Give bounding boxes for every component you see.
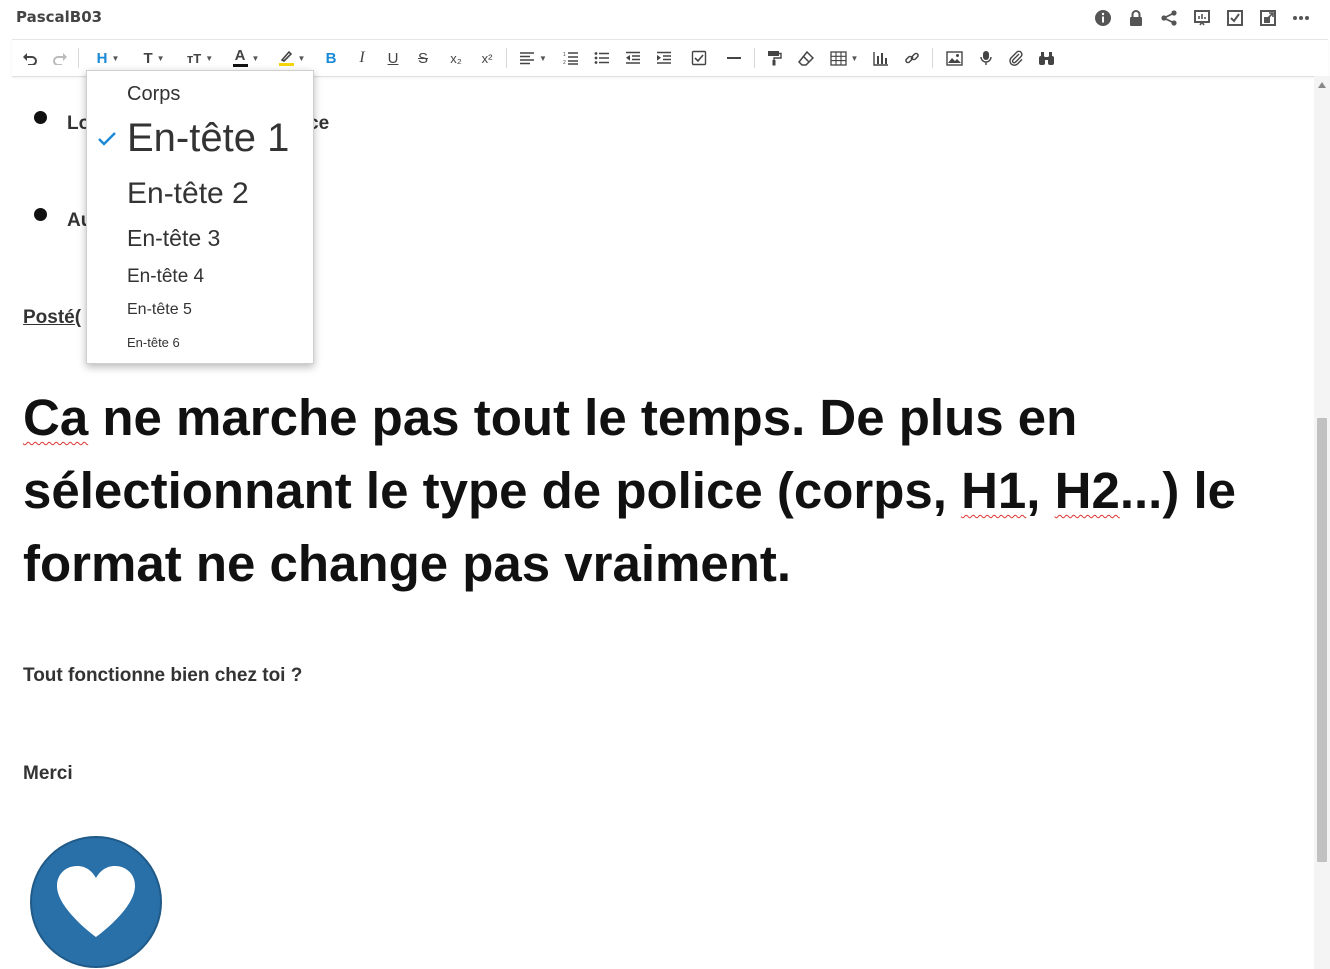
underline-button[interactable]: U	[383, 47, 403, 69]
link-icon[interactable]	[902, 47, 922, 69]
presentation-icon[interactable]	[1191, 7, 1213, 29]
subscript-button[interactable]: x₂	[445, 47, 467, 69]
highlight-color-button[interactable]: ▼	[274, 47, 310, 69]
lock-icon[interactable]	[1125, 7, 1147, 29]
scroll-up-arrow[interactable]	[1318, 82, 1326, 88]
thanks-paragraph: Merci	[23, 763, 73, 784]
share-icon[interactable]	[1158, 7, 1180, 29]
question-paragraph: Tout fonctionne bien chez toi ?	[23, 665, 303, 686]
font-size-label: тT	[186, 50, 202, 66]
toolbar-separator	[78, 48, 79, 68]
misspelled-word: Ca	[23, 389, 89, 446]
vertical-scrollbar[interactable]	[1314, 76, 1330, 969]
checkmark-icon	[98, 132, 116, 146]
dropdown-item-heading-5[interactable]: En-tête 5	[127, 301, 192, 319]
heart-badge	[30, 836, 162, 968]
italic-button[interactable]: I	[352, 47, 372, 69]
svg-text:1: 1	[563, 52, 566, 58]
horizontal-rule-icon[interactable]	[724, 47, 744, 69]
more-icon[interactable]	[1290, 7, 1312, 29]
dropdown-item-heading-1[interactable]: En-tête 1	[127, 116, 289, 161]
heading-text: ne marche pas tout le temps. De plus en …	[23, 389, 1078, 519]
misspelled-word: H1	[961, 462, 1027, 519]
ordered-list-icon[interactable]: 12	[561, 47, 581, 69]
external-link-icon[interactable]	[1257, 7, 1279, 29]
bullet-list-icon[interactable]	[592, 47, 612, 69]
chart-icon[interactable]	[871, 47, 891, 69]
dropdown-item-heading-2[interactable]: En-tête 2	[127, 177, 249, 211]
undo-icon[interactable]	[20, 47, 40, 69]
chevron-down-icon: ▼	[850, 53, 859, 63]
text-button-label: T	[143, 49, 153, 67]
posted-by-label: Posté(	[23, 307, 82, 328]
indent-icon[interactable]	[654, 47, 674, 69]
document-title: PascalB03	[16, 8, 103, 26]
font-size-button[interactable]: тT ▼	[181, 47, 219, 69]
align-left-icon	[520, 52, 535, 65]
image-icon[interactable]	[943, 47, 965, 69]
chevron-down-icon: ▼	[156, 53, 165, 63]
info-icon[interactable]	[1092, 7, 1114, 29]
bold-button[interactable]: B	[321, 47, 341, 69]
font-color-icon: A	[232, 47, 248, 67]
dropdown-item-corps[interactable]: Corps	[127, 83, 180, 106]
font-color-label: A	[234, 47, 246, 64]
dropdown-item-heading-6[interactable]: En-tête 6	[127, 335, 180, 350]
heading-button-label: H	[96, 49, 108, 67]
superscript-button[interactable]: x²	[476, 47, 498, 69]
chevron-down-icon: ▼	[539, 53, 547, 63]
heading-text: ,	[1026, 462, 1055, 519]
chevron-down-icon: ▼	[297, 53, 306, 63]
eraser-icon[interactable]	[796, 47, 816, 69]
chevron-down-icon: ▼	[111, 53, 120, 63]
checkbox-icon[interactable]	[1224, 7, 1246, 29]
heading-dropdown-menu: Corps En-tête 1 En-tête 2 En-tête 3 En-t…	[86, 70, 314, 364]
bullet-dot	[34, 208, 47, 221]
scrollbar-thumb[interactable]	[1317, 418, 1327, 862]
svg-text:2: 2	[563, 60, 566, 65]
editor-header: PascalB03	[0, 0, 1330, 36]
header-actions	[1092, 7, 1312, 29]
checklist-icon[interactable]	[689, 47, 709, 69]
font-color-button[interactable]: A ▼	[228, 47, 264, 69]
toolbar-separator	[932, 48, 933, 68]
redo-icon[interactable]	[50, 47, 70, 69]
highlighter-icon	[278, 50, 294, 66]
text-style-button[interactable]: T ▼	[137, 47, 171, 69]
strikethrough-button[interactable]: S	[413, 47, 433, 69]
align-button[interactable]: ▼	[515, 47, 551, 69]
bullet-dot	[34, 111, 47, 124]
table-icon	[829, 50, 847, 66]
heading-style-button[interactable]: H ▼	[91, 47, 125, 69]
microphone-icon[interactable]	[976, 47, 996, 69]
dropdown-item-heading-3[interactable]: En-tête 3	[127, 225, 220, 252]
binoculars-icon[interactable]	[1036, 47, 1056, 69]
chevron-down-icon: ▼	[251, 53, 260, 63]
toolbar-separator	[506, 48, 507, 68]
attachment-icon[interactable]	[1006, 47, 1026, 69]
toolbar-separator	[754, 48, 755, 68]
heart-icon	[57, 866, 135, 937]
format-painter-icon[interactable]	[764, 47, 784, 69]
chevron-down-icon: ▼	[205, 53, 214, 63]
table-button[interactable]: ▼	[826, 47, 862, 69]
outdent-icon[interactable]	[623, 47, 643, 69]
heading1-paragraph: Ca ne marche pas tout le temps. De plus …	[23, 381, 1293, 600]
misspelled-word: H2	[1054, 462, 1120, 519]
dropdown-item-heading-4[interactable]: En-tête 4	[127, 266, 204, 288]
